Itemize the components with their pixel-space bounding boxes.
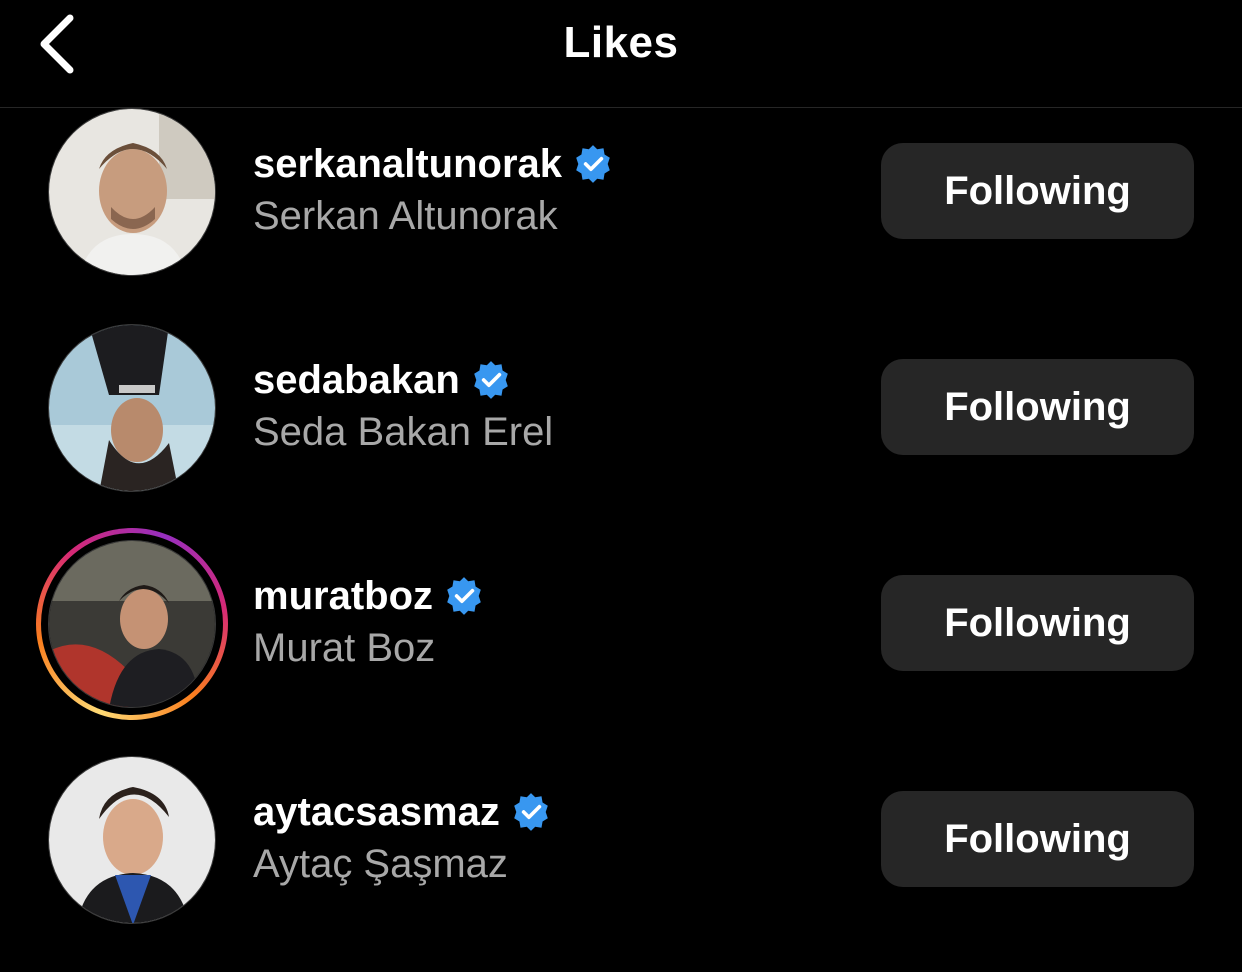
following-button[interactable]: Following — [881, 575, 1194, 671]
following-button[interactable]: Following — [881, 143, 1194, 239]
story-avatar[interactable] — [36, 528, 228, 720]
avatar[interactable] — [48, 324, 216, 492]
avatar[interactable] — [48, 756, 216, 924]
verified-badge-icon — [447, 577, 481, 615]
username[interactable]: aytacsasmaz — [253, 790, 500, 835]
following-button[interactable]: Following — [881, 791, 1194, 887]
list-item[interactable]: muratboz Murat Boz Following — [0, 528, 1242, 756]
full-name: Seda Bakan Erel — [253, 410, 554, 454]
username[interactable]: serkanaltunorak — [253, 142, 562, 187]
full-name: Murat Boz — [253, 626, 436, 670]
verified-badge-icon — [576, 145, 610, 183]
list-item[interactable]: aytacsasmaz Aytaç Şaşmaz Following — [0, 756, 1242, 972]
full-name: Serkan Altunorak — [253, 194, 558, 238]
verified-badge-icon — [473, 361, 508, 399]
following-button[interactable]: Following — [881, 359, 1194, 455]
avatar[interactable] — [48, 108, 216, 276]
header-bar: Likes — [0, 0, 1242, 108]
list-item[interactable]: serkanaltunorak Serkan Altunorak Followi… — [0, 108, 1242, 324]
username[interactable]: sedabakan — [253, 358, 460, 403]
verified-badge-icon — [514, 793, 548, 831]
username[interactable]: muratboz — [253, 574, 433, 619]
page-title: Likes — [563, 18, 679, 67]
full-name: Aytaç Şaşmaz — [253, 842, 508, 886]
list-item[interactable]: sedabakan Seda Bakan Erel Following — [0, 324, 1242, 540]
